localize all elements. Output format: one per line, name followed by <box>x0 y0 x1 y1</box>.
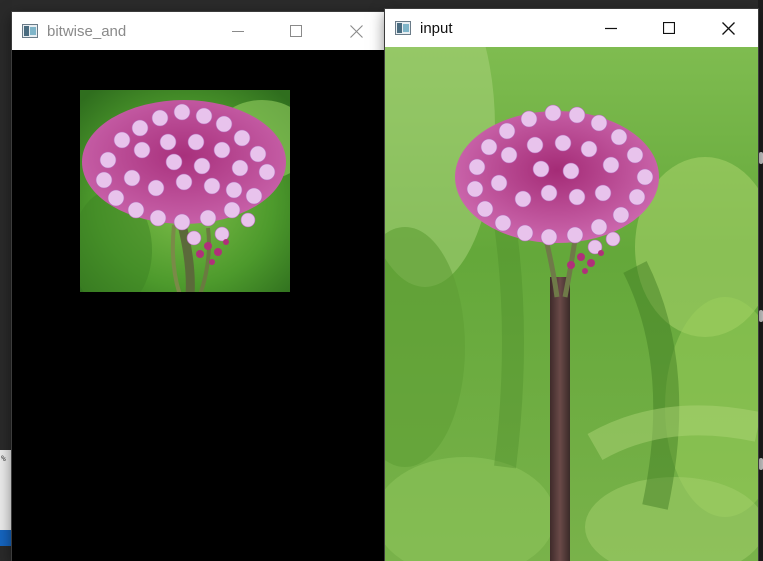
close-icon <box>349 24 363 38</box>
minimize-icon <box>232 31 244 32</box>
background-window-glyph: % <box>1 454 6 463</box>
window-title: bitwise_and <box>47 22 127 40</box>
input-titlebar[interactable]: input <box>385 9 758 47</box>
close-icon <box>721 21 735 35</box>
window-title: input <box>420 19 453 37</box>
maximize-icon <box>663 22 675 34</box>
minimize-icon <box>605 27 617 30</box>
bitwise-and-canvas <box>12 50 387 561</box>
maximize-button[interactable] <box>640 9 698 47</box>
desktop-right-edge <box>758 0 763 561</box>
input-canvas <box>385 47 758 561</box>
background-scroll-mark <box>759 310 763 322</box>
input-window: input <box>385 9 758 561</box>
app-icon <box>22 24 38 38</box>
bitwise-and-titlebar[interactable]: bitwise_and <box>12 12 387 50</box>
close-button[interactable] <box>698 9 758 47</box>
background-scroll-mark <box>759 152 763 164</box>
flower-photo <box>385 47 758 561</box>
background-scroll-mark <box>759 458 763 470</box>
minimize-button[interactable] <box>582 9 640 47</box>
minimize-button[interactable] <box>209 12 267 50</box>
background-window-highlight <box>0 530 12 546</box>
masked-flower-image <box>80 90 290 292</box>
maximize-button[interactable] <box>267 12 325 50</box>
bitwise-and-window: bitwise_and <box>12 12 387 561</box>
close-button[interactable] <box>325 12 387 50</box>
maximize-icon <box>290 25 302 37</box>
app-icon <box>395 21 411 35</box>
